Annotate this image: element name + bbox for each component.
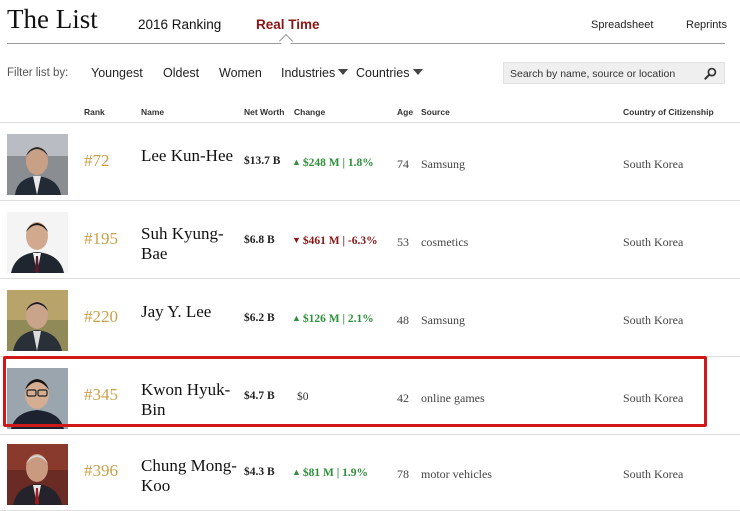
table-row[interactable]: #220 Jay Y. Lee $6.2 B ▲ $126 M | 2.1% 48…	[0, 280, 740, 357]
source: online games	[421, 391, 485, 405]
change-value: ▲ $248 M | 1.8%	[292, 157, 374, 169]
person-name[interactable]: Lee Kun-Hee	[141, 146, 237, 166]
net-worth: $4.7 B	[244, 390, 275, 402]
change-value: ▼ $461 M | -6.3%	[292, 235, 378, 247]
age: 42	[397, 391, 409, 405]
net-worth: $6.8 B	[244, 234, 275, 246]
table-row[interactable]: #345 Kwon Hyuk-Bin $4.7 B $0 42 online g…	[0, 358, 740, 435]
arrow-down-icon: ▼	[292, 235, 301, 245]
filter-youngest[interactable]: Youngest	[91, 66, 143, 80]
reprints-link[interactable]: Reprints	[686, 19, 727, 31]
column-header-country[interactable]: Country of Citizenship	[623, 107, 714, 117]
person-name[interactable]: Kwon Hyuk-Bin	[141, 380, 237, 420]
person-photo[interactable]	[7, 368, 68, 429]
filter-countries-label: Countries	[356, 66, 410, 80]
change-text: $0	[297, 391, 309, 403]
person-name[interactable]: Chung Mong-Koo	[141, 456, 237, 496]
page-title: The List	[7, 4, 98, 34]
tab-2016-ranking[interactable]: 2016 Ranking	[138, 17, 221, 32]
rank: #220	[84, 307, 118, 326]
triangle-down-icon	[412, 69, 423, 75]
filter-bar: Filter list by: Youngest Oldest Women In…	[0, 60, 740, 88]
header-divider	[7, 43, 725, 44]
table-row[interactable]: #72 Lee Kun-Hee $13.7 B ▲ $248 M | 1.8% 7…	[0, 124, 740, 201]
person-name[interactable]: Jay Y. Lee	[141, 302, 237, 322]
person-name[interactable]: Suh Kyung-Bae	[141, 224, 237, 264]
country: South Korea	[623, 235, 684, 249]
table-row[interactable]: #396 Chung Mong-Koo $4.3 B ▲ $81 M | 1.9%…	[0, 434, 740, 511]
source: Samsung	[421, 313, 466, 327]
person-photo[interactable]	[7, 290, 68, 351]
column-header-change[interactable]: Change	[294, 107, 325, 117]
age: 78	[397, 467, 409, 481]
triangle-down-icon	[338, 69, 349, 75]
arrow-up-icon: ▲	[292, 157, 301, 167]
age: 53	[397, 235, 409, 249]
active-tab-caret	[278, 33, 294, 49]
column-header-rank[interactable]: Rank	[84, 107, 105, 117]
filter-oldest[interactable]: Oldest	[163, 66, 199, 80]
source: Samsung	[421, 157, 466, 171]
country: South Korea	[623, 313, 684, 327]
column-header-age[interactable]: Age	[397, 107, 413, 117]
search-icon[interactable]	[704, 67, 717, 80]
filter-industries-dropdown[interactable]: Industries	[281, 66, 349, 80]
country: South Korea	[623, 391, 684, 405]
column-header-name[interactable]: Name	[141, 107, 164, 117]
filter-industries-label: Industries	[281, 66, 336, 80]
filter-countries-dropdown[interactable]: Countries	[356, 66, 423, 80]
change-value: ▲ $126 M | 2.1%	[292, 313, 374, 325]
filter-label: Filter list by:	[7, 67, 69, 79]
person-photo[interactable]	[7, 212, 68, 273]
net-worth: $4.3 B	[244, 466, 275, 478]
column-header-source[interactable]: Source	[421, 107, 450, 117]
change-text: $248 M | 1.8%	[302, 157, 374, 169]
net-worth: $13.7 B	[244, 155, 281, 167]
change-text: $461 M | -6.3%	[302, 235, 378, 247]
change-text: $81 M | 1.9%	[302, 467, 369, 479]
age: 74	[397, 157, 409, 171]
source: motor vehicles	[421, 467, 492, 481]
search-box	[503, 62, 725, 84]
filter-women[interactable]: Women	[219, 66, 262, 80]
change-value: ▲ $81 M | 1.9%	[292, 467, 368, 479]
page-header: The List 2016 Ranking Real Time Spreadsh…	[0, 0, 740, 49]
change-text: $126 M | 2.1%	[302, 313, 374, 325]
table-row[interactable]: #195 Suh Kyung-Bae $6.8 B ▼ $461 M | -6.3…	[0, 202, 740, 279]
column-header-net-worth[interactable]: Net Worth	[244, 107, 284, 117]
country: South Korea	[623, 157, 684, 171]
person-photo[interactable]	[7, 444, 68, 505]
source: cosmetics	[421, 235, 469, 249]
rank: #195	[84, 229, 118, 248]
table-header: Rank Name Net Worth Change Age Source Co…	[0, 104, 740, 123]
arrow-up-icon: ▲	[292, 313, 301, 323]
age: 48	[397, 313, 409, 327]
person-photo[interactable]	[7, 134, 68, 195]
country: South Korea	[623, 467, 684, 481]
rank: #345	[84, 385, 118, 404]
search-input[interactable]	[510, 66, 700, 82]
net-worth: $6.2 B	[244, 312, 275, 324]
tab-real-time[interactable]: Real Time	[256, 17, 320, 32]
rank: #396	[84, 461, 118, 480]
rank: #72	[84, 151, 110, 170]
arrow-up-icon: ▲	[292, 467, 301, 477]
change-value: $0	[292, 391, 309, 403]
spreadsheet-link[interactable]: Spreadsheet	[591, 19, 653, 31]
